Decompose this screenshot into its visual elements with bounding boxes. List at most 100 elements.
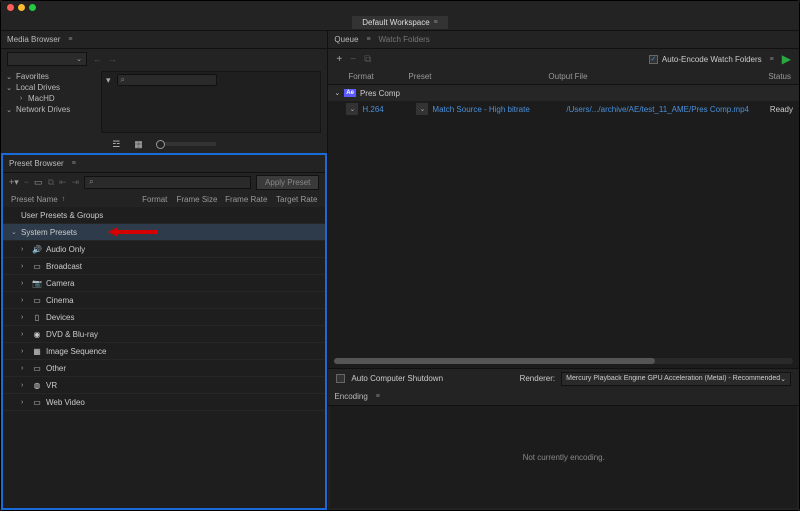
- queue-body: ⌄ Ae Pres Comp ⌄ H.264 ⌄ Match Source - …: [328, 85, 799, 368]
- queue-group-row[interactable]: ⌄ Ae Pres Comp: [328, 85, 799, 101]
- export-icon[interactable]: ⇥: [72, 177, 80, 188]
- close-icon[interactable]: [7, 4, 14, 11]
- media-browser-panel: Media Browser ≡ ⌄ ← → ⌄Favorites ⌄Local …: [1, 31, 327, 153]
- preset-row[interactable]: ›◍VR: [3, 377, 325, 394]
- preset-row-label: User Presets & Groups: [21, 211, 103, 220]
- preset-columns-header: Preset Name↑ Format Frame Size Frame Rat…: [3, 191, 325, 207]
- preset-row[interactable]: ›▦Image Sequence: [3, 343, 325, 360]
- preset-row[interactable]: ⌄System Presets: [3, 224, 325, 241]
- encoding-tab[interactable]: Encoding: [334, 392, 367, 401]
- panel-menu-icon[interactable]: ≡: [68, 36, 72, 43]
- thumb-view-icon[interactable]: ▦: [134, 139, 146, 149]
- preset-browser-tabbar: Preset Browser ≡: [3, 155, 325, 173]
- category-icon: 📷: [31, 279, 43, 288]
- workspace-label: Default Workspace: [362, 18, 429, 27]
- panel-menu-icon[interactable]: ≡: [366, 36, 370, 43]
- preset-row-label: VR: [46, 381, 57, 390]
- thumbnail-slider[interactable]: [156, 142, 216, 146]
- remove-source-icon[interactable]: −: [350, 54, 356, 65]
- preset-row[interactable]: ›📷Camera: [3, 275, 325, 292]
- preset-row[interactable]: ›▯Devices: [3, 309, 325, 326]
- start-queue-button[interactable]: ▶: [782, 52, 791, 66]
- media-browser-tree: ⌄Favorites ⌄Local Drives ›MacHD ⌄Network…: [1, 69, 101, 135]
- preset-dropdown[interactable]: ⌄: [416, 103, 428, 115]
- encoding-tabbar: Encoding ≡: [328, 388, 799, 406]
- preset-row-label: Audio Only: [46, 245, 85, 254]
- settings-icon[interactable]: ⧉: [48, 177, 54, 188]
- media-browser-content: ▾ ⌕: [101, 71, 321, 133]
- output-link[interactable]: /Users/.../archive/AE/test_11_AME/Pres C…: [566, 105, 749, 114]
- preset-row[interactable]: ›▭Cinema: [3, 292, 325, 309]
- tree-network-drives[interactable]: ⌄Network Drives: [5, 104, 97, 115]
- queue-columns-header: Format Preset Output File Status: [328, 69, 799, 85]
- workspace-tab[interactable]: Default Workspace ≡: [352, 16, 448, 29]
- preset-row[interactable]: ›◉DVD & Blu-ray: [3, 326, 325, 343]
- chevron-right-icon: ›: [17, 95, 25, 102]
- chevron-right-icon: ›: [21, 280, 31, 287]
- duplicate-icon[interactable]: ⧉: [364, 54, 371, 65]
- chevron-right-icon: ›: [21, 331, 31, 338]
- minimize-icon[interactable]: [18, 4, 25, 11]
- back-icon[interactable]: ←: [93, 54, 102, 64]
- status-text: Ready: [753, 105, 793, 114]
- chevron-down-icon: ⌄: [5, 84, 13, 92]
- auto-encode-checkbox[interactable]: ✓ Auto-Encode Watch Folders: [649, 55, 762, 64]
- tree-favorites[interactable]: ⌄Favorites: [5, 71, 97, 82]
- queue-panel: Queue ≡ Watch Folders + − ⧉ ✓ Auto-Encod…: [328, 31, 799, 388]
- nav-arrows: ← →: [93, 54, 117, 64]
- preset-row-label: Camera: [46, 279, 74, 288]
- preset-link[interactable]: Match Source - High bitrate: [432, 105, 562, 114]
- category-icon: ▭: [31, 398, 43, 407]
- panel-menu-icon[interactable]: ≡: [376, 393, 380, 400]
- panel-menu-icon[interactable]: ≡: [434, 19, 438, 26]
- category-icon: ▯: [31, 313, 43, 322]
- media-browser-toolbar: ⌄ ← →: [1, 49, 327, 69]
- chevron-right-icon: ›: [21, 399, 31, 406]
- checkbox-icon[interactable]: [336, 374, 345, 383]
- new-group-icon[interactable]: ▭: [34, 177, 43, 188]
- renderer-dropdown[interactable]: Mercury Playback Engine GPU Acceleration…: [561, 372, 791, 386]
- panel-menu-icon[interactable]: ≡: [72, 160, 76, 167]
- preset-row[interactable]: User Presets & Groups: [3, 207, 325, 224]
- add-source-icon[interactable]: +: [336, 54, 342, 65]
- format-dropdown[interactable]: ⌄: [346, 103, 358, 115]
- format-link[interactable]: H.264: [362, 105, 412, 114]
- preset-row[interactable]: ›▭Web Video: [3, 394, 325, 411]
- list-view-icon[interactable]: ☲: [112, 139, 124, 149]
- preset-search-input[interactable]: ⌕: [84, 176, 251, 189]
- preset-browser-tab[interactable]: Preset Browser: [9, 159, 64, 168]
- forward-icon[interactable]: →: [108, 54, 117, 64]
- auto-shutdown-label[interactable]: Auto Computer Shutdown: [351, 374, 443, 383]
- app-window: Default Workspace ≡ Media Browser ≡ ⌄ ← …: [0, 0, 800, 511]
- horizontal-scrollbar[interactable]: [334, 358, 793, 364]
- preset-row-label: Devices: [46, 313, 74, 322]
- path-dropdown[interactable]: ⌄: [7, 52, 87, 66]
- renderer-label: Renderer:: [520, 374, 556, 383]
- watch-folders-tab[interactable]: Watch Folders: [379, 35, 430, 44]
- panel-menu-icon[interactable]: ≡: [770, 56, 774, 63]
- queue-item-row[interactable]: ⌄ H.264 ⌄ Match Source - High bitrate /U…: [328, 101, 799, 117]
- sort-up-icon[interactable]: ↑: [62, 196, 66, 203]
- preset-row[interactable]: ›▭Broadcast: [3, 258, 325, 275]
- media-browser-body: ⌄Favorites ⌄Local Drives ›MacHD ⌄Network…: [1, 69, 327, 135]
- category-icon: 🔊: [31, 245, 43, 254]
- media-browser-tab[interactable]: Media Browser: [7, 35, 60, 44]
- filter-icon[interactable]: ▾: [106, 75, 111, 86]
- add-preset-icon[interactable]: +▾: [9, 177, 19, 188]
- chevron-right-icon: ›: [21, 314, 31, 321]
- preset-list: User Presets & Groups⌄System Presets›🔊Au…: [3, 207, 325, 508]
- preset-toolbar: +▾ − ▭ ⧉ ⇤ ⇥ ⌕ Apply Preset: [3, 173, 325, 191]
- maximize-icon[interactable]: [29, 4, 36, 11]
- chevron-down-icon: ⌄: [76, 55, 82, 63]
- queue-tab[interactable]: Queue: [334, 35, 358, 44]
- preset-row[interactable]: ›🔊Audio Only: [3, 241, 325, 258]
- media-search-input[interactable]: ⌕: [117, 74, 217, 86]
- tree-machd[interactable]: ›MacHD: [5, 93, 97, 104]
- import-icon[interactable]: ⇤: [59, 177, 67, 188]
- apply-preset-button[interactable]: Apply Preset: [256, 175, 319, 190]
- chevron-right-icon: ›: [21, 263, 31, 270]
- preset-row[interactable]: ›▭Other: [3, 360, 325, 377]
- tree-local-drives[interactable]: ⌄Local Drives: [5, 82, 97, 93]
- queue-toolbar: + − ⧉ ✓ Auto-Encode Watch Folders ≡ ▶: [328, 49, 799, 69]
- remove-preset-icon[interactable]: −: [24, 177, 29, 187]
